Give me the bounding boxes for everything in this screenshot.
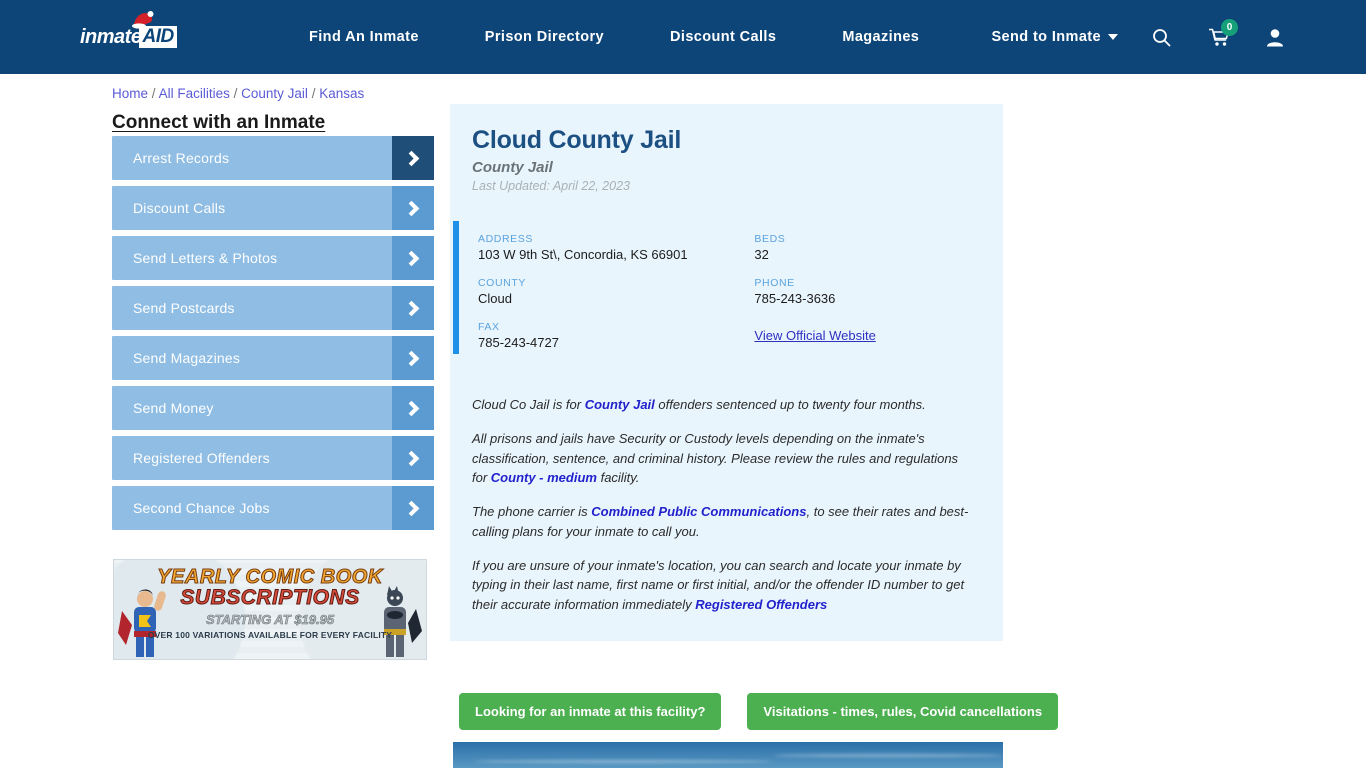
nav-item-magazines[interactable]: Magazines xyxy=(809,29,952,45)
sidebar-item-label: Registered Offenders xyxy=(133,450,270,466)
desc-p2-text-b: facility. xyxy=(596,470,640,486)
sidebar-heading: Connect with an Inmate xyxy=(112,112,326,133)
details-left-column: ADDRESS 103 W 9th St\, Concordia, KS 669… xyxy=(478,233,754,365)
action-buttons: Looking for an inmate at this facility? … xyxy=(459,693,1059,730)
official-website-link[interactable]: View Official Website xyxy=(754,328,875,343)
desc-p4-link-registered-offenders[interactable]: Registered Offenders xyxy=(695,597,827,612)
sidebar-item-label: Arrest Records xyxy=(133,150,230,166)
sidebar-item-send-money[interactable]: Send Money xyxy=(112,386,434,430)
chevron-right-icon xyxy=(392,286,434,330)
county-label: COUNTY xyxy=(478,277,526,289)
beds-value: 32 xyxy=(754,247,769,262)
site-header: inmate AID Find An Inmate Prison Directo… xyxy=(0,0,1366,74)
facility-type: County Jail xyxy=(472,159,553,176)
facility-description: Cloud Co Jail is for County Jail offende… xyxy=(450,383,1003,641)
ad-headline-2: SUBSCRIPTIONS xyxy=(180,586,360,610)
chevron-right-icon xyxy=(392,386,434,430)
chevron-down-icon xyxy=(1108,34,1118,40)
desc-p1-link-county-jail[interactable]: County Jail xyxy=(585,397,655,412)
account-button[interactable] xyxy=(1266,28,1284,47)
search-button[interactable] xyxy=(1152,28,1171,47)
breadcrumb-county-jail[interactable]: County Jail xyxy=(241,86,308,101)
address-value: 103 W 9th St\, Concordia, KS 66901 xyxy=(478,247,688,262)
page-title: Cloud County Jail xyxy=(472,126,682,154)
desc-p2-link-county-medium[interactable]: County - medium xyxy=(491,470,597,485)
main-navigation: Find An Inmate Prison Directory Discount… xyxy=(276,29,952,45)
details-accent-bar xyxy=(453,221,459,354)
sidebar-item-label: Second Chance Jobs xyxy=(133,500,270,516)
breadcrumb: Home / All Facilities / County Jail / Ka… xyxy=(112,86,364,101)
breadcrumb-home[interactable]: Home xyxy=(112,86,148,101)
search-icon xyxy=(1153,28,1171,46)
sidebar-item-send-letters-photos[interactable]: Send Letters & Photos xyxy=(112,236,434,280)
sidebar-item-label: Send Letters & Photos xyxy=(133,250,278,266)
desc-p1-text-a: Cloud Co Jail is for xyxy=(472,397,585,412)
sidebar-item-label: Send Money xyxy=(133,400,214,416)
phone-label: PHONE xyxy=(754,277,795,289)
breadcrumb-all-facilities[interactable]: All Facilities xyxy=(159,86,230,101)
description-paragraph-4: If you are unsure of your inmate's locat… xyxy=(472,556,975,615)
description-paragraph-3: The phone carrier is Combined Public Com… xyxy=(472,502,975,542)
send-to-inmate-dropdown[interactable]: Send to Inmate xyxy=(991,29,1118,45)
chevron-right-icon xyxy=(392,236,434,280)
details-right-column: BEDS 32 PHONE 785-243-3636 View Official… xyxy=(754,233,1003,365)
nav-item-prison-directory[interactable]: Prison Directory xyxy=(452,29,637,45)
ad-price-text: STARTING AT $19.95 xyxy=(205,612,335,628)
facility-details: ADDRESS 103 W 9th St\, Concordia, KS 669… xyxy=(450,221,1003,383)
chevron-right-icon xyxy=(392,136,434,180)
desc-p1-text-b: offenders sentenced up to twenty four mo… xyxy=(654,397,926,412)
chevron-right-icon xyxy=(392,486,434,530)
cart-button[interactable]: 0 xyxy=(1209,18,1238,47)
county-value: Cloud xyxy=(478,291,512,306)
facility-info-card: Cloud County Jail County Jail Last Updat… xyxy=(450,104,1003,641)
sidebar-item-send-magazines[interactable]: Send Magazines xyxy=(112,336,434,380)
user-icon xyxy=(1267,28,1283,46)
header-right-controls: Send to Inmate 0 xyxy=(991,0,1366,74)
find-inmate-button[interactable]: Looking for an inmate at this facility? xyxy=(459,693,722,730)
breadcrumb-separator-2: / xyxy=(233,86,238,101)
address-label: ADDRESS xyxy=(478,233,533,245)
sidebar-item-send-postcards[interactable]: Send Postcards xyxy=(112,286,434,330)
sidebar-item-arrest-records[interactable]: Arrest Records xyxy=(112,136,434,180)
sidebar-item-discount-calls[interactable]: Discount Calls xyxy=(112,186,434,230)
sidebar-item-label: Send Magazines xyxy=(133,350,241,366)
cart-count-badge: 0 xyxy=(1221,18,1238,36)
santa-hat-icon xyxy=(132,11,154,29)
sidebar-item-label: Send Postcards xyxy=(133,300,235,316)
chevron-right-icon xyxy=(392,436,434,480)
sidebar-item-registered-offenders[interactable]: Registered Offenders xyxy=(112,436,434,480)
breadcrumb-separator-1: / xyxy=(151,86,156,101)
nav-item-find-an-inmate[interactable]: Find An Inmate xyxy=(276,29,452,45)
last-updated-text: Last Updated: April 22, 2023 xyxy=(472,179,630,193)
facility-photo xyxy=(453,742,1003,768)
breadcrumb-separator-3: / xyxy=(311,86,316,101)
beds-label: BEDS xyxy=(754,233,786,245)
description-paragraph-1: Cloud Co Jail is for County Jail offende… xyxy=(472,395,975,415)
logo-text-aid: AID xyxy=(139,26,177,48)
desc-p3-link-phone-carrier[interactable]: Combined Public Communications xyxy=(591,504,806,519)
comic-book-ad-banner[interactable]: YEARLY COMIC BOOK SUBSCRIPTIONS STARTING… xyxy=(113,559,427,660)
connect-menu: Arrest Records Discount Calls Send Lette… xyxy=(112,136,434,536)
phone-value: 785-243-3636 xyxy=(754,291,836,306)
sidebar-item-label: Discount Calls xyxy=(133,200,226,216)
breadcrumb-kansas[interactable]: Kansas xyxy=(319,86,364,101)
desc-p3-text-a: The phone carrier is xyxy=(472,504,592,519)
chevron-right-icon xyxy=(392,186,434,230)
cloud-streak xyxy=(773,754,1003,757)
logo[interactable]: inmate AID xyxy=(80,11,186,54)
cloud-streak xyxy=(473,760,773,763)
description-paragraph-2: All prisons and jails have Security or C… xyxy=(472,429,975,488)
nav-item-discount-calls[interactable]: Discount Calls xyxy=(637,29,809,45)
visitations-button[interactable]: Visitations - times, rules, Covid cancel… xyxy=(747,693,1059,730)
sidebar-item-second-chance-jobs[interactable]: Second Chance Jobs xyxy=(112,486,434,530)
fax-label: FAX xyxy=(478,321,500,333)
chevron-right-icon xyxy=(392,336,434,380)
fax-value: 785-243-4727 xyxy=(478,335,559,350)
send-to-inmate-label: Send to Inmate xyxy=(991,29,1101,45)
ad-subtext: OVER 100 VARIATIONS AVAILABLE FOR EVERY … xyxy=(147,630,393,640)
